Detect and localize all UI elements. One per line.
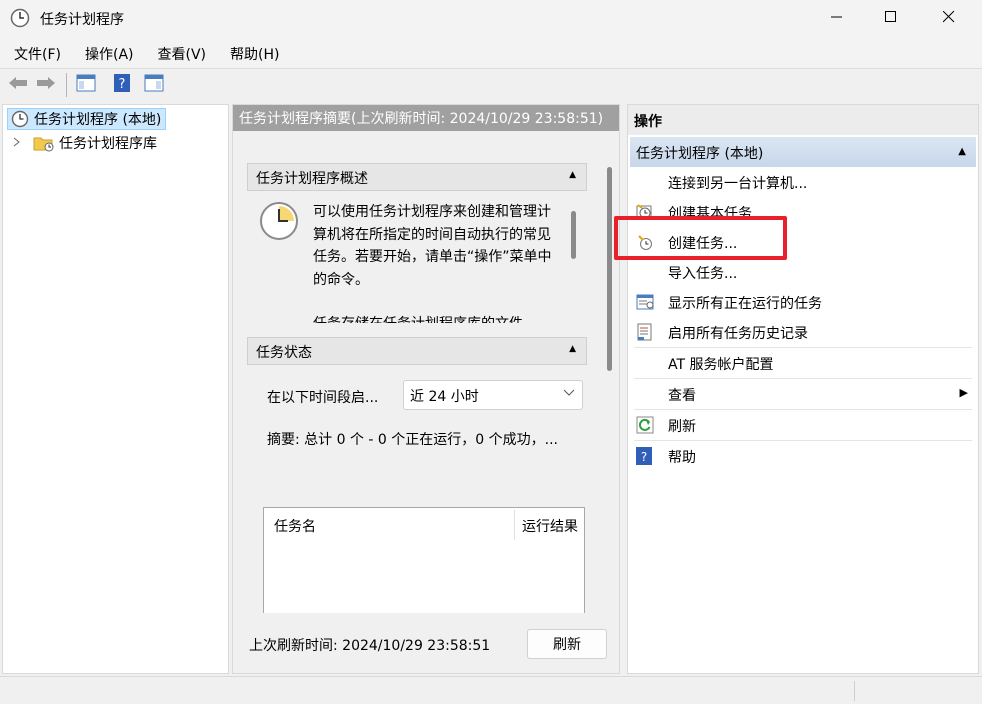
- back-arrow-icon: [8, 75, 28, 95]
- task-status-table: 任务名 运行结果: [263, 507, 585, 617]
- section-title: 任务状态: [256, 345, 312, 361]
- action-connect-computer[interactable]: 连接到另一台计算机...: [628, 167, 978, 197]
- actions-pane: 操作 任务计划程序 (本地) ▲ 连接到另一台计算机... 创建基本任务... …: [627, 104, 979, 674]
- folder-clock-icon: [33, 134, 55, 152]
- menu-bar: 文件(F) 操作(A) 查看(V) 帮助(H): [0, 38, 982, 68]
- help-icon: ?: [113, 73, 131, 97]
- console-tree: 任务计划程序 (本地) 任务计划程序库: [2, 104, 229, 674]
- clock-icon: [259, 201, 299, 241]
- window-title: 任务计划程序: [40, 12, 124, 28]
- status-bar: [0, 676, 982, 704]
- help-button[interactable]: ?: [110, 73, 134, 97]
- show-action-pane-button[interactable]: [142, 73, 166, 97]
- status-section-header[interactable]: 任务状态 ▲: [247, 337, 587, 365]
- section-title: 任务计划程序概述: [256, 171, 368, 187]
- actions-group-header[interactable]: 任务计划程序 (本地) ▲: [630, 137, 976, 167]
- column-divider[interactable]: [514, 510, 515, 540]
- running-tasks-icon: [636, 293, 654, 311]
- overview-content: 可以使用任务计划程序来创建和管理计算机将在所指定的时间自动执行的常见任务。若要开…: [247, 193, 587, 323]
- action-import-task[interactable]: 导入任务...: [628, 257, 978, 287]
- last-refresh-time: 上次刷新时间: 2024/10/29 23:58:51: [249, 638, 491, 654]
- close-icon: [942, 10, 955, 27]
- highlight-box: [614, 216, 787, 260]
- action-pane-icon: [144, 74, 164, 96]
- actions-title: 操作: [628, 105, 978, 135]
- collapse-up-icon[interactable]: ▲: [569, 344, 576, 354]
- summary-pane: 任务计划程序摘要(上次刷新时间: 2024/10/29 23:58:51) 任务…: [232, 104, 620, 674]
- history-icon: [636, 323, 654, 341]
- clock-icon: [11, 110, 29, 128]
- chevron-down-icon: [562, 385, 576, 399]
- task-status-summary: 摘要: 总计 0 个 - 0 个正在运行，0 个成功，...: [267, 432, 558, 448]
- period-label: 在以下时间段启...: [267, 390, 379, 406]
- summary-footer: 上次刷新时间: 2024/10/29 23:58:51 刷新: [233, 613, 619, 673]
- toolbar-separator: [66, 73, 67, 97]
- tree-item-label: 任务计划程序 (本地): [34, 112, 162, 128]
- submenu-arrow-icon: ▶: [959, 386, 968, 399]
- action-help[interactable]: ? 帮助: [628, 441, 978, 471]
- period-select[interactable]: 近 24 小时: [403, 380, 583, 410]
- console-tree-icon: [76, 74, 96, 96]
- column-header-task-name[interactable]: 任务名: [274, 516, 316, 536]
- minimize-icon: [831, 11, 843, 27]
- refresh-button[interactable]: 刷新: [527, 629, 607, 659]
- minimize-button[interactable]: [814, 0, 860, 38]
- collapse-up-icon[interactable]: ▲: [569, 170, 576, 180]
- column-header-run-result[interactable]: 运行结果: [522, 516, 578, 536]
- overview-scrollbar[interactable]: [571, 211, 576, 259]
- menu-action[interactable]: 操作(A): [71, 38, 144, 68]
- svg-text:?: ?: [641, 450, 647, 464]
- collapse-up-icon[interactable]: ▲: [958, 146, 966, 157]
- period-select-value: 近 24 小时: [410, 389, 479, 405]
- toolbar: ?: [0, 68, 982, 102]
- forward-arrow-icon: [36, 75, 56, 95]
- title-bar: 任务计划程序: [0, 0, 982, 38]
- refresh-icon: [636, 416, 654, 434]
- action-show-running-tasks[interactable]: 显示所有正在运行的任务: [628, 287, 978, 317]
- summary-scrollbar[interactable]: [607, 167, 612, 371]
- show-tree-button[interactable]: [74, 73, 98, 97]
- action-view[interactable]: 查看 ▶: [628, 379, 978, 409]
- status-bar-divider: [854, 681, 855, 701]
- back-button[interactable]: [6, 73, 30, 97]
- action-enable-history[interactable]: 启用所有任务历史记录: [628, 317, 978, 347]
- help-icon: ?: [636, 447, 654, 465]
- maximize-icon: [885, 11, 897, 27]
- menu-file[interactable]: 文件(F): [0, 38, 71, 68]
- clock-icon: [10, 8, 30, 28]
- close-button[interactable]: [926, 0, 972, 38]
- action-at-service-account[interactable]: AT 服务帐户配置: [628, 348, 978, 378]
- tree-item-label: 任务计划程序库: [59, 136, 157, 152]
- summary-header: 任务计划程序摘要(上次刷新时间: 2024/10/29 23:58:51): [233, 105, 619, 131]
- overview-text: 可以使用任务计划程序来创建和管理计算机将在所指定的时间自动执行的常见任务。若要开…: [313, 204, 552, 323]
- forward-button[interactable]: [34, 73, 58, 97]
- menu-view[interactable]: 查看(V): [144, 38, 217, 68]
- tree-item-local-scheduler[interactable]: 任务计划程序 (本地): [7, 108, 167, 130]
- chevron-right-icon[interactable]: [13, 136, 27, 150]
- overview-section-header[interactable]: 任务计划程序概述 ▲: [247, 163, 587, 191]
- menu-help[interactable]: 帮助(H): [216, 38, 289, 68]
- action-refresh[interactable]: 刷新: [628, 410, 978, 440]
- maximize-button[interactable]: [868, 0, 914, 38]
- svg-text:?: ?: [119, 77, 126, 92]
- tree-item-task-library[interactable]: 任务计划程序库: [13, 132, 157, 154]
